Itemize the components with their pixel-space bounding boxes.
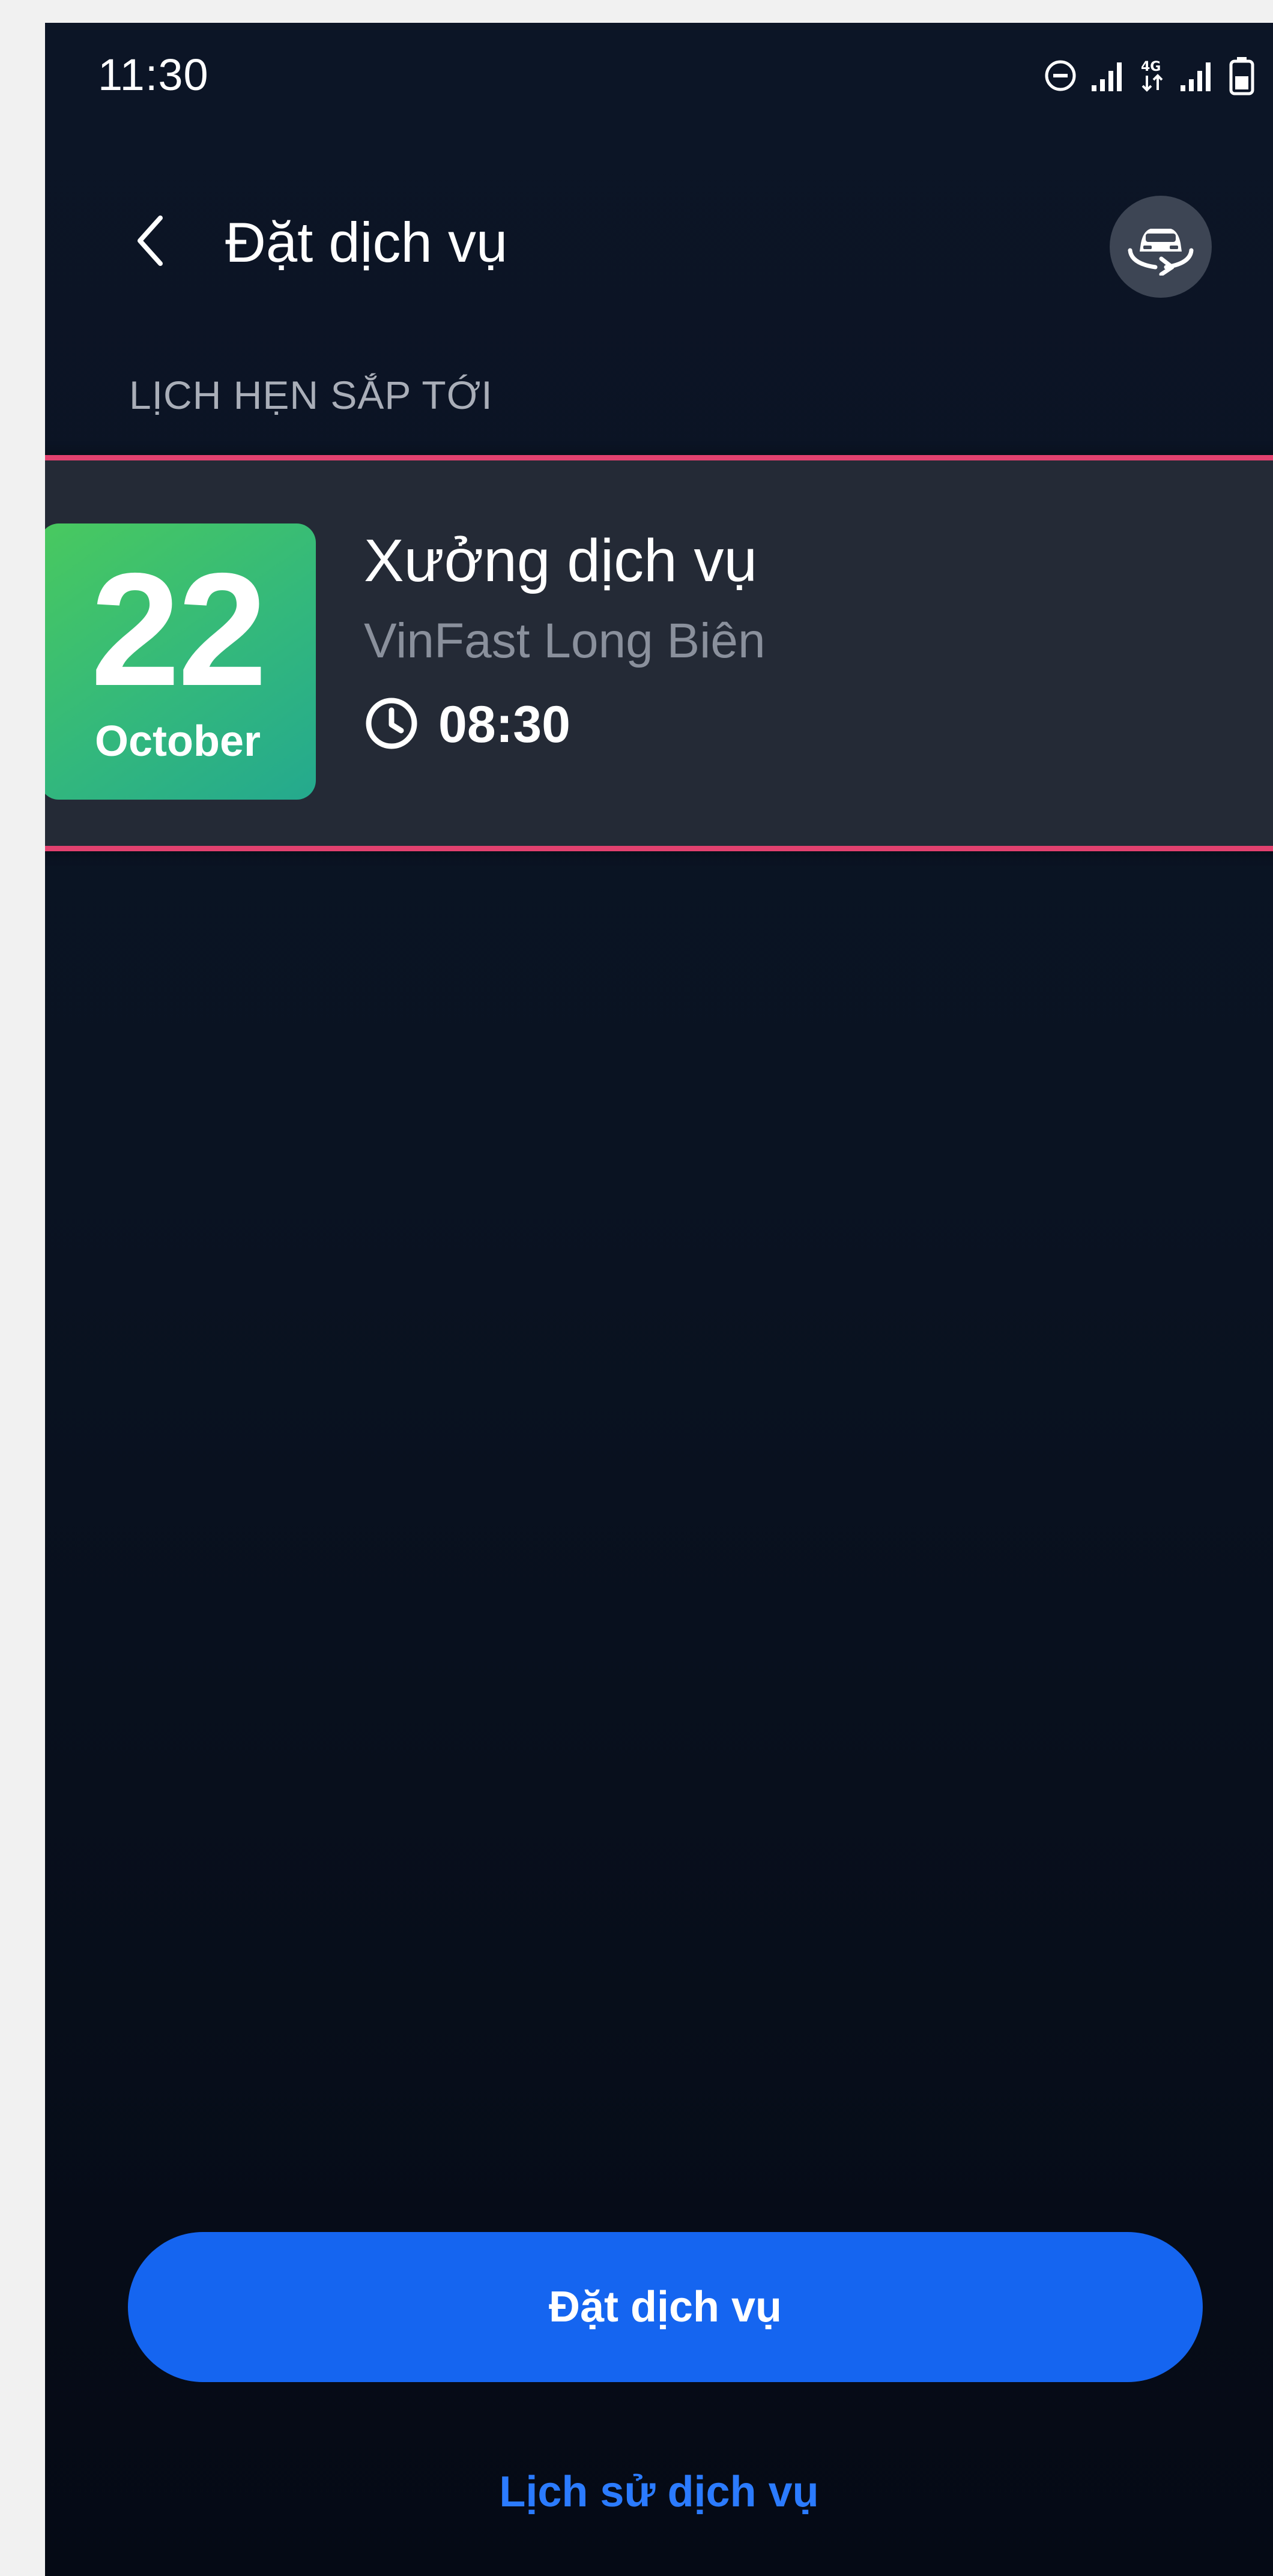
svg-text:4G: 4G [1141, 59, 1161, 74]
appointment-title: Xưởng dịch vụ [364, 527, 758, 594]
back-button[interactable] [117, 203, 183, 281]
chevron-left-icon [129, 211, 171, 274]
appointment-date-tile: 22 October [45, 523, 316, 800]
service-history-link[interactable]: Lịch sử dịch vụ [45, 2467, 1273, 2517]
status-icons: 4G [1044, 52, 1255, 100]
screen-background: 11:30 4G Đặt dịch vụ LỊCH HẸN SẮP TỚI 22… [0, 0, 1273, 2576]
appointment-location: VinFast Long Biên [364, 614, 766, 668]
4g-data-icon: 4G [1140, 58, 1166, 94]
signal-icon [1090, 59, 1126, 92]
battery-icon [1229, 56, 1255, 95]
appointment-time-row: 08:30 [364, 692, 570, 758]
app-screen: 11:30 4G Đặt dịch vụ LỊCH HẸN SẮP TỚI 22… [45, 23, 1273, 2576]
car-switch-button[interactable] [1110, 196, 1212, 298]
appointment-card[interactable]: 22 October Xưởng dịch vụ VinFast Long Bi… [45, 455, 1273, 851]
clock-icon [364, 696, 419, 754]
car-switch-icon [1125, 216, 1196, 279]
appointment-day: 22 [90, 539, 267, 719]
signal-icon [1179, 59, 1215, 92]
appointment-month: October [94, 717, 261, 765]
appointment-time: 08:30 [438, 695, 570, 753]
page-title: Đặt dịch vụ [225, 211, 508, 274]
upcoming-appointments-label: LỊCH HẸN SẮP TỚI [129, 373, 493, 417]
do-not-disturb-icon [1044, 59, 1077, 92]
book-service-button[interactable]: Đặt dịch vụ [128, 2232, 1203, 2382]
status-time: 11:30 [98, 50, 209, 100]
